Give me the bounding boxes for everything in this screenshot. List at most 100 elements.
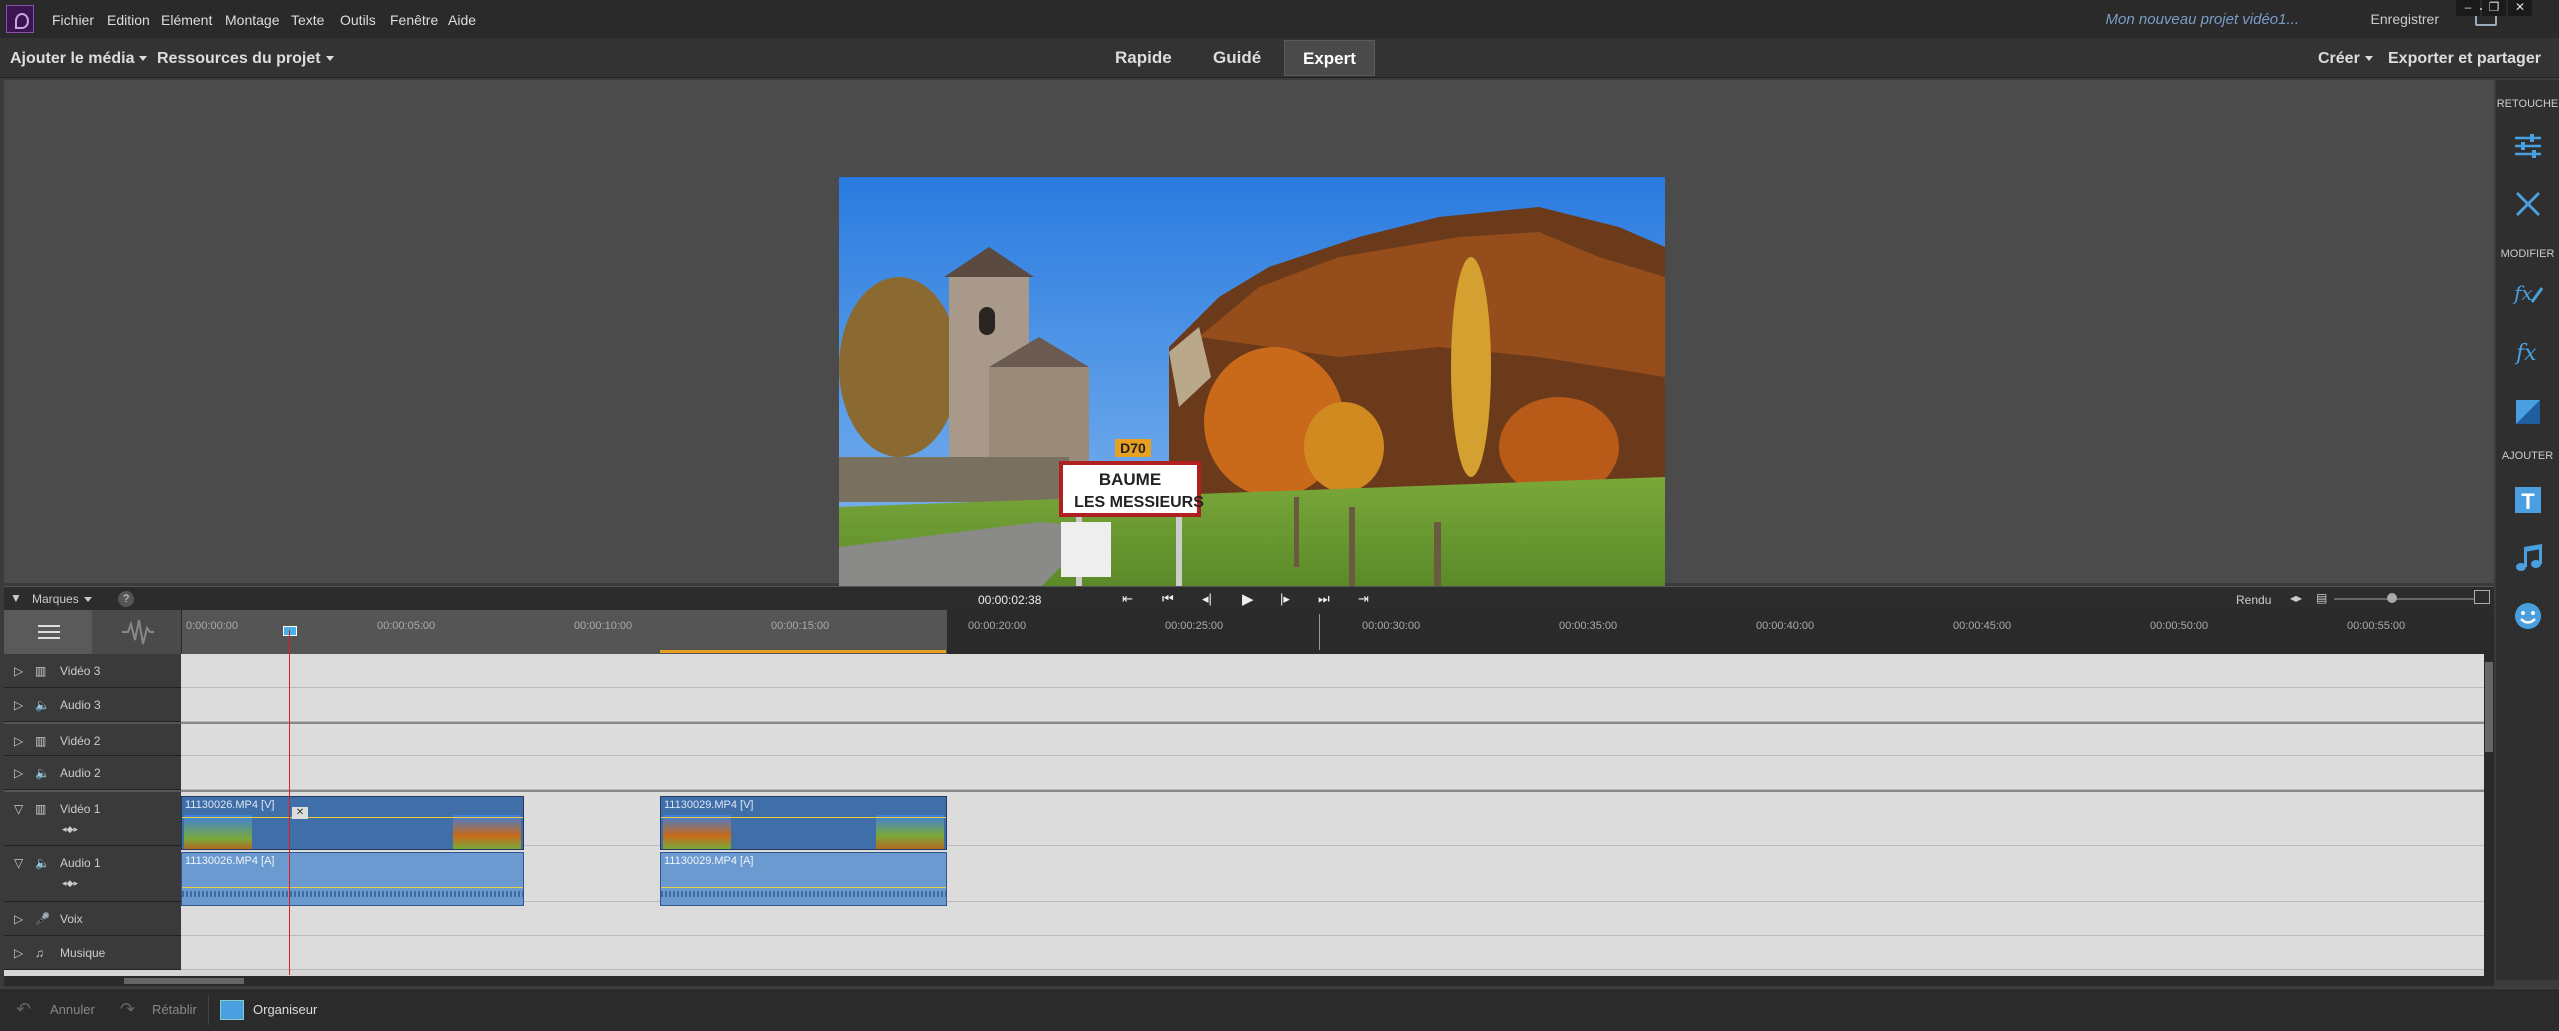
organizer-icon[interactable]	[220, 1000, 244, 1020]
tab-rapide[interactable]: Rapide	[1097, 40, 1190, 76]
expand-icon[interactable]: ▷	[14, 734, 23, 748]
smiley-icon[interactable]	[2512, 600, 2544, 632]
playhead-handle[interactable]	[283, 626, 297, 636]
film-icon: ▥	[35, 802, 47, 816]
markers-dropdown[interactable]: Marques	[32, 592, 92, 606]
zoom-in-icon[interactable]	[2474, 590, 2490, 604]
horizontal-scrollbar[interactable]	[4, 976, 2494, 986]
menu-aide[interactable]: Aide	[448, 12, 476, 28]
track-header-audio2[interactable]: ▷ 🔈 Audio 2	[4, 756, 181, 790]
menu-fenetre[interactable]: Fenêtre	[390, 12, 438, 28]
zoom-out-icon[interactable]: ▤	[2316, 591, 2327, 605]
keyframe-nav-icon[interactable]: ◂◆▸	[62, 878, 78, 889]
zoom-slider[interactable]	[2334, 598, 2474, 600]
menu-montage[interactable]: Montage	[225, 12, 279, 28]
tools-icon[interactable]	[2512, 188, 2544, 220]
step-back-icon[interactable]: ◂|	[1202, 591, 1212, 607]
text-icon[interactable]: T	[2512, 484, 2544, 516]
bottom-bar: ↶ Annuler ↷ Rétablir Organiseur	[0, 988, 2559, 1031]
track-header-musique[interactable]: ▷ ♫ Musique	[4, 936, 181, 970]
organizer-button[interactable]: Organiseur	[253, 1002, 317, 1017]
track-area-video1[interactable]	[181, 790, 2484, 846]
collapse-icon[interactable]: ▽	[14, 856, 23, 870]
audio-clip[interactable]: 11130026.MP4 [A]	[181, 852, 524, 906]
adjust-sliders-icon[interactable]	[2512, 130, 2544, 162]
track-area-audio3[interactable]	[181, 688, 2484, 722]
waveform	[182, 891, 523, 897]
video-clip[interactable]: 11130026.MP4 [V] ✕	[181, 796, 524, 850]
menu-edition[interactable]: Edition	[107, 12, 150, 28]
ruler-tick: 00:00:25:00	[1165, 620, 1224, 632]
menu-bar: Fichier Edition Elément Montage Texte Ou…	[0, 0, 2559, 38]
go-to-start-icon[interactable]: ⇤	[1122, 591, 1133, 607]
redo-button[interactable]: Rétablir	[152, 1002, 197, 1017]
collapse-icon[interactable]: ▼	[10, 591, 22, 605]
project-resources-button[interactable]: Ressources du projet	[157, 50, 334, 68]
track-header-video1[interactable]: ▽ ▥ Vidéo 1 ◂◆▸	[4, 790, 181, 846]
track-area-musique[interactable]	[181, 936, 2484, 970]
render-button[interactable]: Rendu	[2236, 593, 2271, 607]
menu-fichier[interactable]: Fichier	[52, 12, 94, 28]
fit-timeline-icon[interactable]: ◂▸	[2290, 591, 2302, 605]
track-label: Voix	[60, 912, 83, 926]
fx-pen-icon[interactable]: fx	[2512, 276, 2544, 308]
track-area-audio2[interactable]	[181, 756, 2484, 790]
go-to-end-icon[interactable]: ⇥	[1358, 591, 1369, 607]
audio-clip[interactable]: 11130029.MP4 [A]	[660, 852, 947, 906]
close-button[interactable]: ✕	[2508, 0, 2532, 16]
transition-marker-icon[interactable]: ✕	[292, 807, 308, 819]
track-area-video3[interactable]	[181, 654, 2484, 688]
undo-button[interactable]: Annuler	[50, 1002, 95, 1017]
step-forward-icon[interactable]: |▸	[1280, 591, 1290, 607]
video-frame[interactable]: D70 BAUME LES MESSIEURS	[839, 177, 1665, 641]
menu-texte[interactable]: Texte	[291, 12, 324, 28]
tab-guide[interactable]: Guidé	[1195, 40, 1279, 76]
redo-icon[interactable]: ↷	[120, 999, 135, 1020]
next-clip-icon[interactable]: ⏭	[1318, 591, 1330, 607]
video-clip[interactable]: 11130029.MP4 [V]	[660, 796, 947, 850]
music-icon[interactable]	[2512, 542, 2544, 574]
timeline-view-button[interactable]	[4, 610, 92, 654]
track-header-audio1[interactable]: ▽ 🔈 Audio 1 ◂◆▸	[4, 846, 181, 902]
vertical-scrollbar-thumb[interactable]	[2485, 662, 2493, 752]
previous-clip-icon[interactable]: ⏮	[1162, 591, 1174, 607]
track-area-voix[interactable]	[181, 902, 2484, 936]
transition-icon[interactable]	[2512, 396, 2544, 428]
save-button[interactable]: Enregistrer	[2371, 11, 2439, 27]
render-needed-bar	[660, 650, 946, 653]
horizontal-scrollbar-thumb[interactable]	[124, 978, 244, 984]
section-modifier: MODIFIER	[2500, 248, 2555, 260]
expand-icon[interactable]: ▷	[14, 946, 23, 960]
export-share-button[interactable]: Exporter et partager	[2388, 50, 2541, 68]
expand-icon[interactable]: ▷	[14, 912, 23, 926]
timeline-ruler[interactable]: 0:00:00:00 00:00:05:00 00:00:10:00 00:00…	[4, 610, 2494, 654]
track-header-video3[interactable]: ▷ ▥ Vidéo 3	[4, 654, 181, 688]
track-header-audio3[interactable]: ▷ 🔈 Audio 3	[4, 688, 181, 722]
vertical-scrollbar[interactable]	[2484, 654, 2494, 976]
maximize-button[interactable]: ❐	[2482, 0, 2506, 16]
keyframe-nav-icon[interactable]: ◂◆▸	[62, 824, 78, 835]
tab-expert[interactable]: Expert	[1284, 40, 1375, 76]
help-icon[interactable]: ?	[118, 591, 134, 607]
zoom-slider-handle[interactable]	[2387, 593, 2397, 603]
track-area-audio1[interactable]	[181, 846, 2484, 902]
expand-icon[interactable]: ▷	[14, 698, 23, 712]
expand-icon[interactable]: ▷	[14, 766, 23, 780]
menu-outils[interactable]: Outils	[340, 12, 376, 28]
play-icon[interactable]: ▶	[1242, 590, 1254, 608]
fx-icon[interactable]: fx	[2512, 336, 2544, 368]
expand-icon[interactable]: ▷	[14, 664, 23, 678]
minimize-button[interactable]: –	[2456, 0, 2480, 16]
undo-icon[interactable]: ↶	[16, 999, 31, 1020]
ruler-tick: 00:00:40:00	[1756, 620, 1815, 632]
track-header-voix[interactable]: ▷ 🎤 Voix	[4, 902, 181, 936]
collapse-icon[interactable]: ▽	[14, 802, 23, 816]
clip-label: 11130029.MP4 [V]	[664, 799, 754, 811]
track-header-video2[interactable]: ▷ ▥ Vidéo 2	[4, 722, 181, 756]
track-area-video2[interactable]	[181, 722, 2484, 756]
menu-element[interactable]: Elément	[161, 12, 212, 28]
create-button[interactable]: Créer	[2318, 50, 2373, 68]
audio-view-button[interactable]	[92, 610, 181, 654]
add-media-button[interactable]: Ajouter le média	[10, 50, 148, 68]
project-resources-label: Ressources du projet	[157, 50, 321, 67]
